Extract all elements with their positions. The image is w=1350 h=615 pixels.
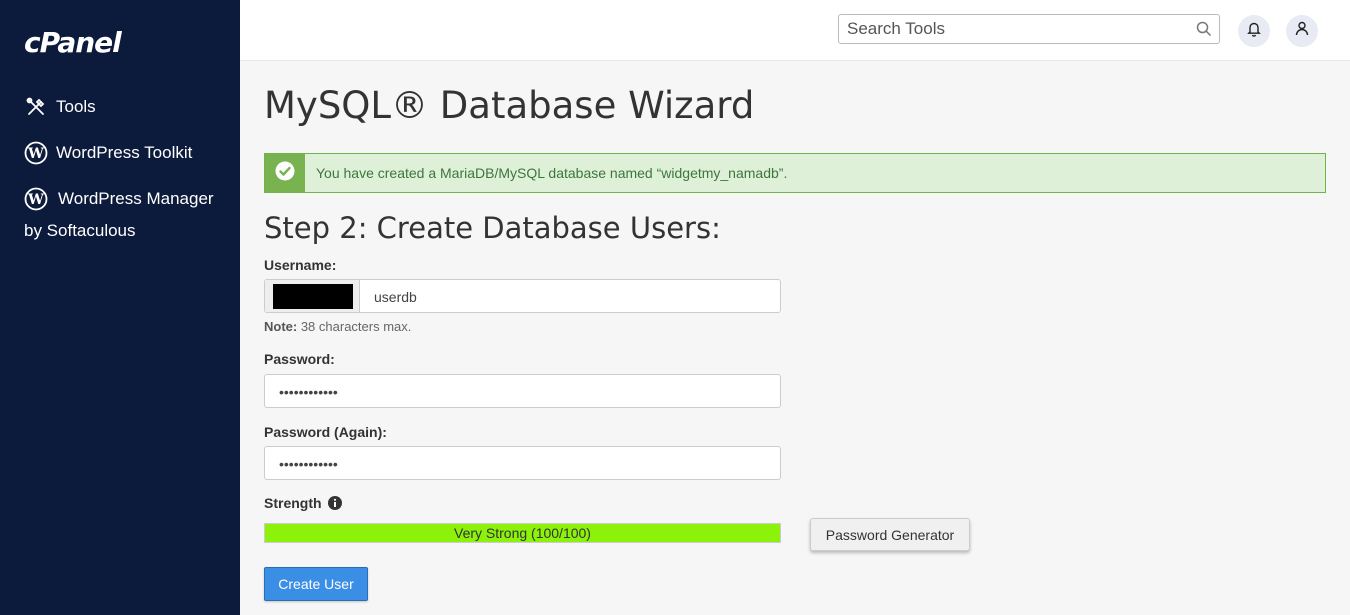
username-note: Note: 38 characters max. bbox=[264, 319, 411, 334]
notifications-button[interactable] bbox=[1238, 15, 1270, 47]
success-alert: You have created a MariaDB/MySQL databas… bbox=[264, 153, 1326, 193]
password-label: Password: bbox=[264, 351, 335, 367]
note-text: 38 characters max. bbox=[297, 319, 412, 334]
redacted-prefix bbox=[273, 284, 353, 309]
step-title: Step 2: Create Database Users: bbox=[264, 211, 721, 245]
sidebar-item-sublabel[interactable]: by Softaculous bbox=[24, 221, 136, 241]
search-input[interactable] bbox=[839, 15, 1195, 43]
note-label: Note: bbox=[264, 319, 298, 334]
info-icon[interactable] bbox=[327, 496, 342, 510]
strength-label: Strength bbox=[264, 495, 322, 511]
sidebar-item-wordpress-manager[interactable]: W WordPress Manager bbox=[24, 187, 214, 211]
username-label: Username: bbox=[264, 257, 337, 273]
page-title: MySQL® Database Wizard bbox=[264, 84, 755, 127]
top-bar bbox=[240, 0, 1350, 61]
password-again-input[interactable] bbox=[277, 447, 771, 481]
password-field bbox=[264, 374, 781, 409]
check-circle-icon bbox=[275, 161, 295, 186]
sidebar-item-label: WordPress Toolkit bbox=[56, 143, 193, 162]
sidebar-item-wordpress-toolkit[interactable]: W WordPress Toolkit bbox=[24, 141, 192, 165]
svg-text:W: W bbox=[27, 146, 44, 162]
search-icon[interactable] bbox=[1196, 21, 1212, 42]
password-again-field bbox=[264, 446, 781, 481]
alert-message: You have created a MariaDB/MySQL databas… bbox=[316, 165, 788, 181]
wordpress-icon: W bbox=[24, 187, 48, 211]
sidebar-item-label: Tools bbox=[56, 97, 96, 116]
search-box bbox=[838, 14, 1220, 44]
sidebar-item-label: WordPress Manager bbox=[58, 189, 214, 208]
strength-meter-text: Very Strong (100/100) bbox=[454, 525, 591, 541]
sidebar: cPanel Tools W WordPress Toolkit W WordP… bbox=[0, 0, 240, 615]
password-generator-button[interactable]: Password Generator bbox=[810, 518, 970, 551]
user-icon bbox=[1295, 21, 1309, 41]
wordpress-icon: W bbox=[24, 141, 48, 165]
cpanel-logo[interactable]: cPanel bbox=[24, 26, 122, 59]
strength-meter: Very Strong (100/100) bbox=[264, 523, 781, 543]
password-input[interactable] bbox=[277, 375, 771, 409]
sidebar-item-tools[interactable]: Tools bbox=[24, 95, 96, 119]
password-again-label: Password (Again): bbox=[264, 424, 387, 440]
tools-icon bbox=[24, 95, 48, 119]
strength-label-row: Strength bbox=[264, 495, 342, 511]
username-prefix bbox=[265, 280, 360, 312]
alert-band bbox=[265, 154, 305, 192]
create-user-button[interactable]: Create User bbox=[264, 567, 368, 601]
bell-icon bbox=[1247, 21, 1261, 42]
user-menu-button[interactable] bbox=[1286, 15, 1318, 47]
username-field bbox=[264, 279, 781, 314]
svg-text:W: W bbox=[27, 192, 44, 208]
username-input[interactable] bbox=[372, 280, 776, 314]
